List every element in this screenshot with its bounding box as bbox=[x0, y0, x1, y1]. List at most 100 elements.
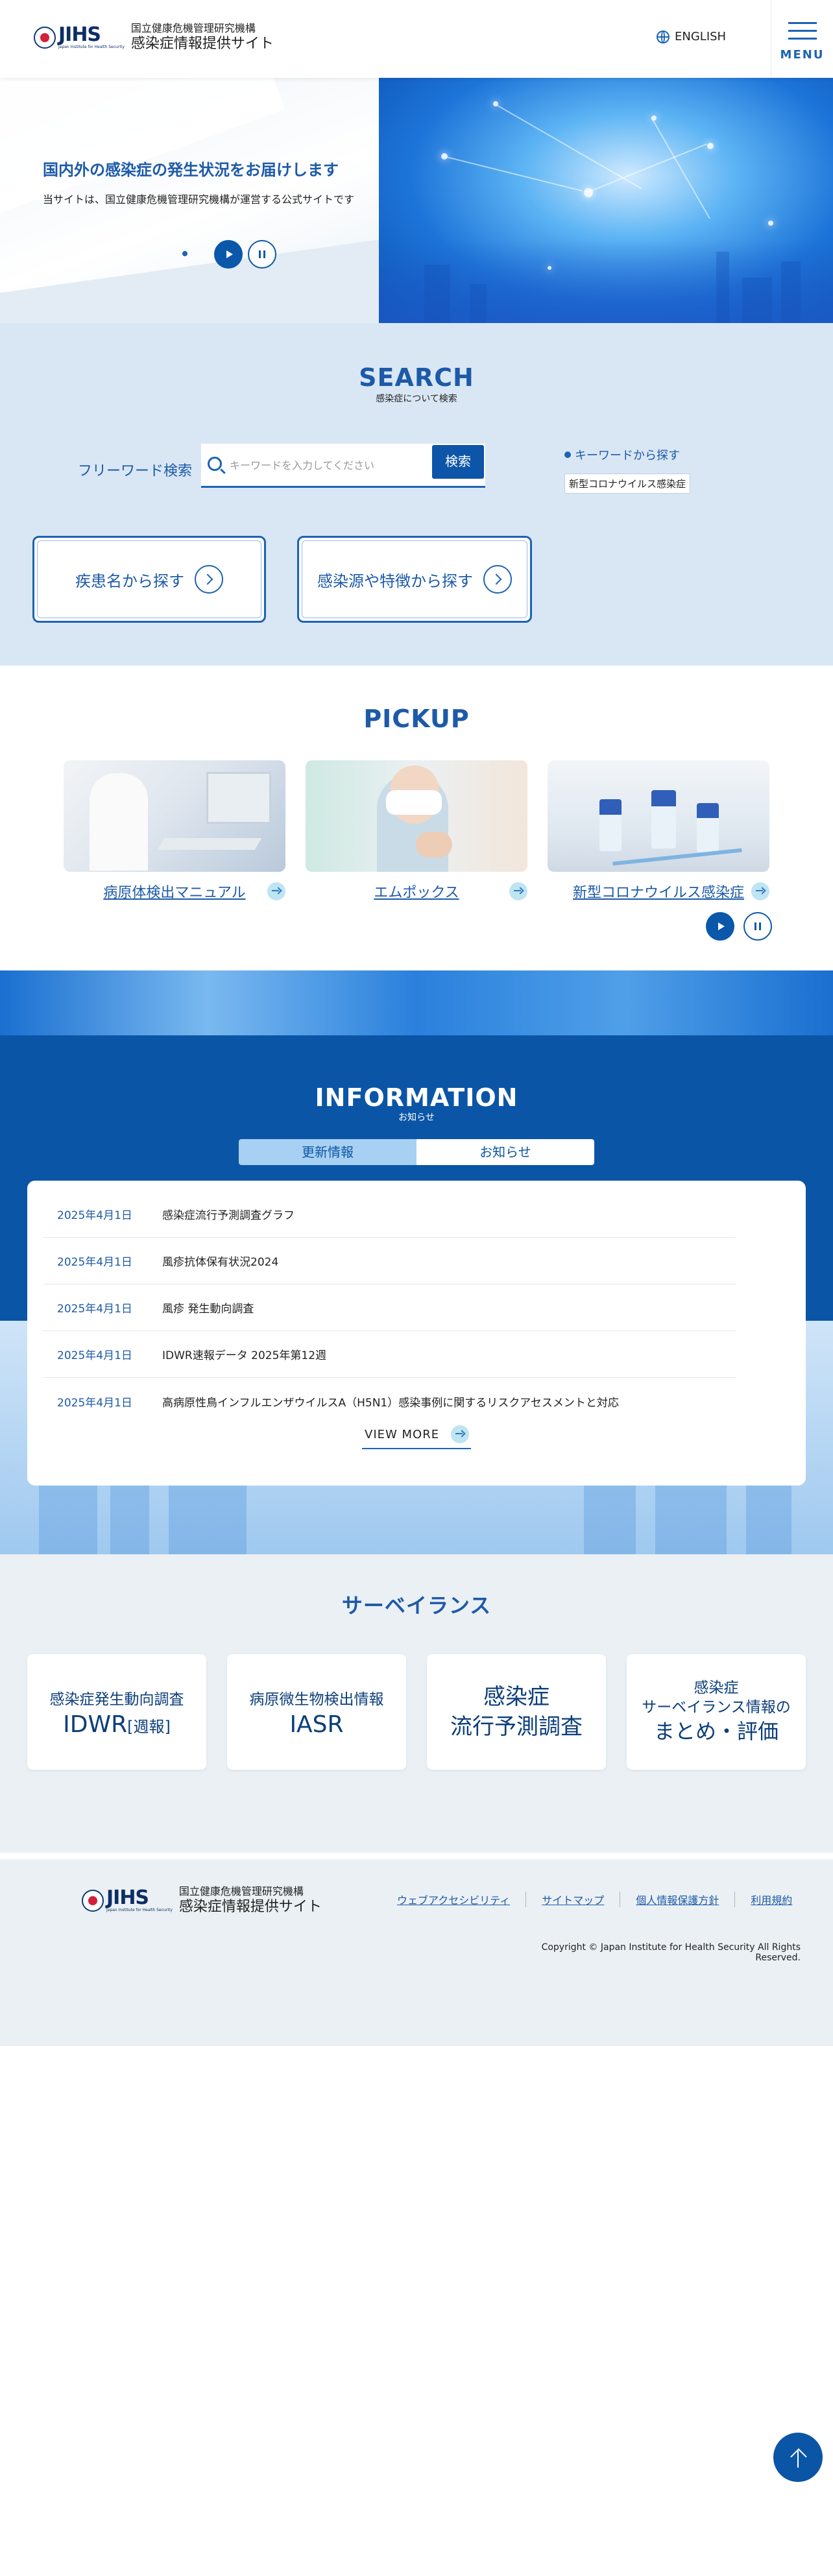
freeword-label: フリーワード検索 bbox=[78, 463, 193, 479]
news-item[interactable]: 2025年4月1日 IDWR速報データ 2025年第12週 bbox=[43, 1331, 736, 1378]
surveillance-heading: サーベイランス bbox=[341, 1593, 492, 1618]
footer-links: ウェブアクセシビリティ サイトマップ 個人情報保護方針 利用規約 bbox=[381, 1892, 808, 1907]
news-item[interactable]: 2025年4月1日 風疹抗体保有状況2024 bbox=[43, 1238, 736, 1284]
news-title: 感染症流行予測調査グラフ bbox=[162, 1209, 295, 1222]
news-date: 2025年4月1日 bbox=[57, 1349, 132, 1362]
play-button[interactable] bbox=[214, 240, 243, 269]
news-title: 風疹 発生動向調査 bbox=[162, 1303, 254, 1316]
surveillance-card-line2: IDWR bbox=[63, 1711, 128, 1738]
site-logo[interactable]: JIHS Japan Institute for Health Security… bbox=[34, 22, 274, 53]
view-more-link[interactable]: VIEW MORE bbox=[362, 1421, 471, 1449]
news-title: IDWR速報データ 2025年第12週 bbox=[162, 1349, 327, 1362]
menu-button[interactable]: MENU bbox=[771, 0, 833, 78]
information-tabs: 更新情報 お知らせ bbox=[239, 1139, 594, 1165]
footer-link-accessibility[interactable]: ウェブアクセシビリティ bbox=[381, 1892, 525, 1907]
news-title: 高病原性鳥インフルエンザウイルスA（H5N1）感染事例に関するリスクアセスメント… bbox=[162, 1396, 619, 1410]
hero-image bbox=[379, 78, 833, 323]
news-date: 2025年4月1日 bbox=[57, 1396, 132, 1410]
search-button[interactable]: 検索 bbox=[432, 445, 484, 479]
pickup-card-label: 病原体検出マニュアル bbox=[103, 885, 246, 901]
surveillance-card-line2: まとめ・評価 bbox=[653, 1719, 779, 1744]
surveillance-card-summary[interactable]: 感染症 サーベイランス情報の まとめ・評価 bbox=[627, 1654, 806, 1770]
menu-label: MENU bbox=[780, 48, 825, 62]
arrow-right-icon bbox=[509, 882, 527, 900]
news-item[interactable]: 2025年4月1日 高病原性鳥インフルエンザウイルスA（H5N1）感染事例に関す… bbox=[43, 1378, 736, 1425]
keyword-heading: キーワードから探す bbox=[564, 446, 680, 463]
hamburger-icon bbox=[788, 16, 817, 45]
arrow-right-icon bbox=[451, 1425, 470, 1443]
footer-logo-tagline: Japan Institute for Health Security bbox=[106, 1908, 173, 1912]
site-name: 感染症情報提供サイト bbox=[130, 36, 274, 52]
pickup-image bbox=[64, 760, 285, 872]
pickup-pause-button[interactable] bbox=[743, 912, 772, 941]
logo-text: JIHS bbox=[58, 23, 101, 46]
arrow-right-icon bbox=[267, 882, 285, 900]
news-item[interactable]: 2025年4月1日 感染症流行予測調査グラフ bbox=[43, 1191, 736, 1238]
news-date: 2025年4月1日 bbox=[57, 1256, 132, 1269]
language-switch[interactable]: ENGLISH bbox=[657, 30, 726, 43]
pickup-play-button[interactable] bbox=[706, 912, 734, 941]
footer-link-terms[interactable]: 利用規約 bbox=[734, 1892, 808, 1907]
surveillance-card-line2: IASR bbox=[289, 1711, 344, 1738]
view-more-label: VIEW MORE bbox=[365, 1427, 440, 1441]
search-section: SEARCH 感染症について検索 フリーワード検索 検索 キーワードから探す 新… bbox=[0, 323, 833, 666]
search-subheading: 感染症について検索 bbox=[376, 394, 457, 404]
footer-logo-text: JIHS bbox=[106, 1886, 149, 1909]
pickup-card-label: 新型コロナウイルス感染症 bbox=[572, 885, 744, 901]
footer-org-name: 国立健康危機管理研究機構 bbox=[178, 1885, 304, 1897]
search-by-disease-button[interactable]: 疾患名から探す bbox=[32, 536, 266, 623]
org-name: 国立健康危機管理研究機構 bbox=[130, 22, 256, 34]
surveillance-card-idwr[interactable]: 感染症発生動向調査 IDWR[週報] bbox=[27, 1654, 206, 1770]
pickup-image bbox=[306, 760, 527, 872]
search-by-source-label: 感染源や特徴から探す bbox=[317, 572, 473, 590]
pickup-section: PICKUP 病原体検出マニュアル エムポックス 新型コロナウイルス感染症 bbox=[0, 666, 833, 970]
seal-icon bbox=[82, 1890, 104, 1912]
news-title: 風疹抗体保有状況2024 bbox=[162, 1256, 279, 1269]
surveillance-card-line1: 感染症 bbox=[483, 1684, 549, 1710]
search-by-source-button[interactable]: 感染源や特徴から探す bbox=[297, 536, 532, 623]
pickup-heading: PICKUP bbox=[363, 704, 470, 733]
language-label: ENGLISH bbox=[675, 30, 727, 43]
hero-carousel: 国内外の感染症の発生状況をお届けします 当サイトは、国立健康危機管理研究機構が運… bbox=[0, 78, 833, 323]
surveillance-card-line2: 流行予測調査 bbox=[450, 1714, 583, 1740]
information-heading: INFORMATION bbox=[315, 1083, 518, 1112]
pickup-image bbox=[548, 760, 769, 872]
footer-site-name: 感染症情報提供サイト bbox=[178, 1899, 322, 1915]
copyright: Copyright © Japan Institute for Health S… bbox=[541, 1942, 801, 1963]
news-date: 2025年4月1日 bbox=[57, 1209, 132, 1222]
tab-updates[interactable]: 更新情報 bbox=[239, 1139, 416, 1165]
surveillance-card-line1: 感染症発生動向調査 bbox=[49, 1691, 184, 1708]
arrow-right-icon bbox=[751, 882, 769, 900]
surveillance-card-line1: 病原微生物検出情報 bbox=[249, 1691, 384, 1708]
surveillance-section: サーベイランス 感染症発生動向調査 IDWR[週報] 病原微生物検出情報 IAS… bbox=[0, 1554, 833, 1853]
logo-tagline: Japan Institute for Health Security bbox=[58, 45, 125, 49]
pickup-card-label: エムポックス bbox=[374, 885, 459, 901]
hero-title: 国内外の感染症の発生状況をお届けします bbox=[43, 161, 339, 179]
footer-link-privacy[interactable]: 個人情報保護方針 bbox=[620, 1892, 734, 1907]
search-icon bbox=[208, 457, 222, 471]
decorative-banner bbox=[0, 970, 833, 1035]
hero-text-panel: 国内外の感染症の発生状況をお届けします 当サイトは、国立健康危機管理研究機構が運… bbox=[0, 78, 395, 323]
globe-icon bbox=[657, 30, 670, 43]
chevron-right-icon bbox=[483, 565, 512, 594]
carousel-indicator[interactable] bbox=[182, 251, 187, 256]
chevron-right-icon bbox=[195, 565, 223, 594]
keyword-tag[interactable]: 新型コロナウイルス感染症 bbox=[564, 474, 691, 494]
information-subheading: お知らせ bbox=[398, 1113, 435, 1123]
hero-subtitle: 当サイトは、国立健康危機管理研究機構が運営する公式サイトです bbox=[43, 193, 355, 206]
surveillance-card-suffix: [週報] bbox=[127, 1717, 171, 1736]
footer-link-sitemap[interactable]: サイトマップ bbox=[525, 1892, 620, 1907]
search-input[interactable] bbox=[230, 455, 398, 475]
tab-notices[interactable]: お知らせ bbox=[416, 1139, 594, 1165]
news-date: 2025年4月1日 bbox=[57, 1303, 132, 1316]
back-to-top-button[interactable] bbox=[773, 2433, 823, 2482]
surveillance-card-line1b: サーベイランス情報の bbox=[642, 1699, 791, 1716]
surveillance-card-forecast[interactable]: 感染症 流行予測調査 bbox=[427, 1654, 606, 1770]
pause-button[interactable] bbox=[248, 240, 276, 269]
footer-logo[interactable]: JIHS Japan Institute for Health Security… bbox=[82, 1885, 322, 1916]
news-item[interactable]: 2025年4月1日 風疹 発生動向調査 bbox=[43, 1284, 736, 1331]
site-header: JIHS Japan Institute for Health Security… bbox=[0, 0, 833, 78]
surveillance-card-iasr[interactable]: 病原微生物検出情報 IASR bbox=[227, 1654, 406, 1770]
seal-icon bbox=[34, 27, 56, 49]
search-heading: SEARCH bbox=[359, 363, 474, 392]
